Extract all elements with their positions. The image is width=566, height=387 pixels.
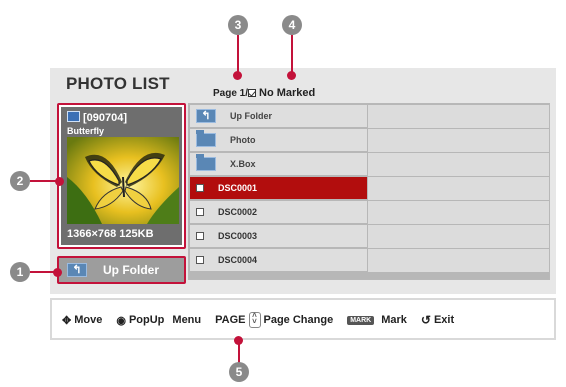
- list-item-label: DSC0001: [218, 183, 258, 193]
- mark-label: Mark: [381, 314, 407, 326]
- list-item-label: Up Folder: [230, 111, 272, 121]
- page-key-label: PAGE: [215, 314, 246, 326]
- popup-label: PopUp: [128, 314, 165, 326]
- callout-5: 5: [229, 362, 249, 382]
- help-bar: ✥ Move ◉ PopUp Menu PAGE ˄ ˅ Page Change …: [50, 298, 556, 340]
- checkbox-icon: [248, 89, 256, 97]
- list-item-label: DSC0002: [218, 207, 258, 217]
- callout-4: 4: [282, 15, 302, 35]
- callout-5-leader: [238, 342, 240, 364]
- mark-hint: MARK Mark: [347, 314, 407, 326]
- exit-label: Exit: [433, 314, 455, 326]
- callout-2: 2: [10, 171, 30, 191]
- file-list: ↰ Up Folder Photo X.Box DSC0001 DSC0002: [188, 103, 550, 280]
- thumbnail-id: [090704]: [83, 112, 128, 124]
- menu-label: Menu: [172, 314, 202, 326]
- thumbnail-panel: [090704] Butterfly 1366×768 125KB: [61, 107, 182, 245]
- callout-3-leader: [237, 35, 239, 73]
- folder-icon: [196, 130, 216, 147]
- list-item[interactable]: DSC0002: [190, 201, 549, 225]
- thumbnail-name: Butterfly: [67, 126, 105, 136]
- marked-status: No Marked: [248, 87, 315, 99]
- checkbox[interactable]: [196, 256, 204, 264]
- up-arrow-icon: ↰: [196, 109, 216, 123]
- folder-icon: [196, 154, 216, 171]
- photo-icon: [67, 111, 80, 122]
- move-hint: ✥ Move: [62, 314, 102, 327]
- list-item[interactable]: ↰ Up Folder: [190, 105, 549, 129]
- callout-2-dot: [55, 177, 64, 186]
- list-item[interactable]: Photo: [190, 129, 549, 153]
- page-title: PHOTO LIST: [66, 74, 170, 93]
- up-folder-button[interactable]: ↰ Up Folder: [57, 256, 186, 284]
- page-updown-icon: ˄ ˅: [248, 312, 261, 328]
- marked-status-label: No Marked: [259, 87, 316, 99]
- checkbox[interactable]: [196, 184, 204, 192]
- callout-1: 1: [10, 262, 30, 282]
- list-item[interactable]: DSC0004: [190, 249, 549, 273]
- page-change-label: Page Change: [263, 314, 334, 326]
- move-label: Move: [74, 314, 103, 326]
- thumbnail-preview: [090704] Butterfly 1366×768 125KB: [57, 103, 186, 249]
- mark-key-icon: MARK: [347, 315, 375, 325]
- up-folder-button-label: Up Folder: [103, 263, 159, 277]
- list-item-label: X.Box: [230, 159, 256, 169]
- popup-menu-hint: ◉ PopUp Menu: [116, 314, 201, 327]
- list-item-label: DSC0003: [218, 231, 258, 241]
- thumbnail-info: 1366×768 125KB: [67, 228, 154, 240]
- exit-hint: ↺ Exit: [421, 313, 454, 327]
- callout-4-dot: [287, 71, 296, 80]
- list-item-label: DSC0004: [218, 255, 258, 265]
- return-icon: ↺: [420, 313, 431, 327]
- callout-1-dot: [53, 268, 62, 277]
- list-item-selected[interactable]: DSC0001: [190, 177, 549, 201]
- page-change-hint: PAGE ˄ ˅ Page Change: [215, 312, 333, 328]
- butterfly-image: [67, 137, 179, 224]
- callout-4-leader: [291, 35, 293, 73]
- list-item[interactable]: X.Box: [190, 153, 549, 177]
- up-arrow-icon: ↰: [67, 263, 87, 277]
- arrows-icon: ✥: [62, 314, 72, 327]
- callout-3-dot: [233, 71, 242, 80]
- list-item[interactable]: DSC0003: [190, 225, 549, 249]
- list-item-label: Photo: [230, 135, 256, 145]
- ok-icon: ◉: [116, 314, 126, 327]
- callout-3: 3: [228, 15, 248, 35]
- checkbox[interactable]: [196, 208, 204, 216]
- checkbox[interactable]: [196, 232, 204, 240]
